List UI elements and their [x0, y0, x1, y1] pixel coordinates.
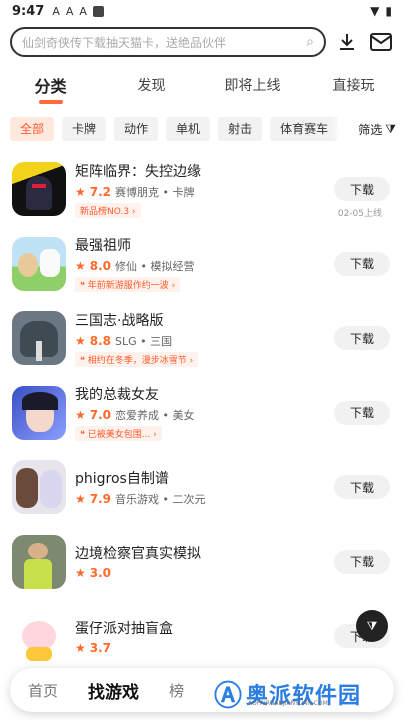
rating-star-icon: ★ — [75, 491, 86, 506]
game-tags: 恋爱养成 • 美女 — [115, 409, 195, 423]
tab-discover[interactable]: 发现 — [101, 75, 202, 95]
game-thumbnail[interactable] — [12, 460, 66, 515]
chip-action[interactable]: 动作 — [114, 117, 159, 141]
game-score: 7.2 — [89, 184, 112, 199]
list-item[interactable]: 蛋仔派对抽盲盒 ★3.7 下载 — [12, 599, 392, 674]
rating-star-icon: ★ — [75, 408, 86, 423]
game-tags: 赛博朋克 • 卡牌 — [115, 185, 195, 199]
list-item[interactable]: phigros自制谱 ★ 7.9 音乐游戏 • 二次元 下载 — [12, 450, 392, 525]
game-badge[interactable]: ❝ 已被美女包围... › — [75, 426, 162, 442]
nav-rankings[interactable]: 榜 — [169, 680, 184, 701]
search-input[interactable]: 仙剑奇侠传下载抽天猫卡，送绝品伙伴 ⌕ — [10, 27, 326, 57]
download-button[interactable]: 下载 — [334, 400, 390, 425]
download-button[interactable]: 下载 — [334, 251, 390, 276]
game-thumbnail[interactable] — [12, 236, 66, 291]
notification-a-icon: A — [65, 4, 74, 18]
search-placeholder: 仙剑奇侠传下载抽天猫卡，送绝品伙伴 — [22, 35, 227, 50]
watermark: Ⓐ 奥派软件园 AOPAIRUANJIANYUAN.COM — [214, 674, 361, 714]
tab-upcoming[interactable]: 即将上线 — [202, 75, 303, 95]
notification-a-icon: A — [52, 4, 60, 18]
game-badge[interactable]: 新品榜NO.3 › — [75, 202, 141, 218]
game-tags: SLG • 三国 — [115, 334, 173, 348]
game-tags: 音乐游戏 • 二次元 — [115, 492, 206, 506]
game-thumbnail[interactable] — [12, 311, 66, 366]
top-bar: 仙剑奇侠传下载抽天猫卡，送绝品伙伴 ⌕ — [0, 24, 404, 60]
game-thumbnail[interactable] — [12, 385, 66, 440]
chip-card[interactable]: 卡牌 — [62, 117, 107, 141]
game-score: 7.9 — [89, 491, 112, 506]
game-tags: 修仙 • 模拟经营 — [115, 260, 195, 274]
game-thumbnail[interactable] — [12, 534, 66, 589]
nav-find-games[interactable]: 找游戏 — [88, 678, 139, 703]
chip-all[interactable]: 全部 — [10, 117, 55, 141]
list-item[interactable]: 边境检察官真实模拟 ★ 3.0 下载 — [12, 525, 392, 600]
filter-label: 筛选 — [358, 122, 383, 137]
list-item[interactable]: 我的总裁女友 ★ 7.0 恋爱养成 • 美女 ❝ 已被美女包围... › 下载 — [12, 376, 392, 451]
rating-star-icon: ★ — [75, 259, 86, 274]
chip-sports-racing[interactable]: 体育赛车 — [270, 117, 339, 141]
list-item[interactable]: 三国志·战略版 ★ 8.8 SLG • 三国 ❝ 相约在冬季，漫步冰雪节 › 下载 — [12, 301, 392, 376]
rating-star-icon: ★ — [75, 333, 86, 348]
game-score: 7.0 — [89, 408, 112, 423]
release-date: 02-05上线 — [337, 209, 382, 219]
tab-instant-play[interactable]: 直接玩 — [303, 75, 404, 95]
game-badge[interactable]: ❝ 年前新游服作约一波 › — [75, 277, 181, 293]
download-icon[interactable] — [334, 29, 360, 55]
download-button[interactable]: 下载 — [334, 475, 390, 500]
wifi-icon: ▼ — [370, 4, 380, 18]
rating-star-icon: ★ — [75, 566, 86, 581]
download-button[interactable]: 下载 — [334, 177, 390, 202]
game-score: 8.8 — [89, 333, 112, 348]
filter-fab-icon[interactable]: ⧩ — [356, 610, 388, 642]
list-item[interactable]: 最强祖师 ★ 8.0 修仙 • 模拟经营 ❝ 年前新游服作约一波 › 下载 — [12, 227, 392, 302]
chip-standalone[interactable]: 单机 — [166, 117, 211, 141]
download-button[interactable]: 下载 — [334, 549, 390, 574]
filter-icon: ⧩ — [385, 121, 396, 136]
game-score: 8.0 — [89, 259, 112, 274]
mail-icon[interactable] — [368, 29, 394, 55]
category-tabs: 分类 发现 即将上线 直接玩 — [0, 66, 404, 104]
game-score: 3.0 — [89, 566, 112, 581]
list-item[interactable]: 矩阵临界：失控边缘 ★ 7.2 赛博朋克 • 卡牌 新品榜NO.3 › 下载 02-… — [12, 152, 392, 227]
game-badge[interactable]: ❝ 相约在冬季，漫步冰雪节 › — [75, 351, 199, 367]
status-bar: 9:47 A A A ▼ ▮ — [0, 0, 404, 22]
watermark-url: AOPAIRUANJIANYUAN.COM — [248, 700, 328, 707]
notification-square-icon — [92, 5, 104, 17]
game-list: 矩阵临界：失控边缘 ★ 7.2 赛博朋克 • 卡牌 新品榜NO.3 › 下载 02-… — [0, 146, 404, 674]
game-thumbnail[interactable] — [12, 162, 66, 217]
download-button[interactable]: 下载 — [334, 326, 390, 351]
filter-button[interactable]: 筛选 ⧩ — [344, 117, 404, 141]
watermark-logo-icon: Ⓐ — [214, 679, 243, 712]
rating-star-icon: ★ — [75, 640, 86, 655]
status-time: 9:47 — [12, 3, 45, 19]
chip-shooter[interactable]: 射击 — [218, 117, 263, 141]
rating-star-icon: ★ — [75, 184, 86, 199]
battery-icon: ▮ — [385, 4, 392, 18]
search-icon[interactable]: ⌕ — [306, 34, 314, 50]
tab-category[interactable]: 分类 — [0, 73, 101, 97]
game-thumbnail[interactable] — [12, 609, 66, 664]
notification-a-icon: A — [79, 4, 87, 18]
genre-filter-bar: 全部 卡牌 动作 单机 射击 体育赛车 筛选 ⧩ — [0, 112, 404, 146]
nav-home[interactable]: 首页 — [28, 680, 58, 701]
game-score: 3.7 — [89, 640, 112, 655]
